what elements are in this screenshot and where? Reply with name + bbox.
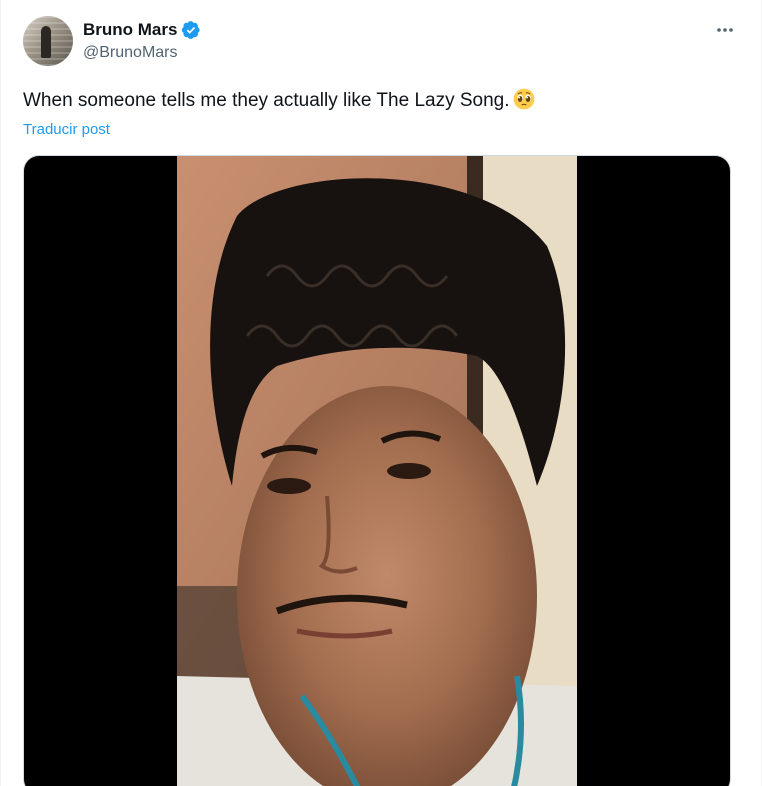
tweet-header: Bruno Mars @BrunoMars: [23, 16, 745, 68]
more-dots-icon: [717, 28, 733, 32]
video-frame[interactable]: [177, 156, 577, 786]
tweet-text: When someone tells me they actually like…: [23, 88, 535, 114]
tweet-text-content: When someone tells me they actually like…: [23, 90, 510, 111]
avatar[interactable]: [23, 16, 73, 66]
avatar-figure: [41, 26, 51, 58]
pleading-face-emoji-icon: [513, 88, 534, 110]
translate-post-link[interactable]: Traducir post: [23, 121, 110, 138]
more-options-button[interactable]: [711, 20, 739, 40]
author-info: Bruno Mars @BrunoMars: [83, 19, 201, 62]
video-still-icon: [177, 156, 577, 786]
video-player[interactable]: [23, 155, 731, 786]
name-row: Bruno Mars: [83, 19, 201, 41]
user-handle[interactable]: @BrunoMars: [83, 44, 201, 62]
verified-badge-icon[interactable]: [181, 20, 201, 40]
tweet-card[interactable]: Bruno Mars @BrunoMars When someone tells…: [0, 0, 762, 786]
display-name[interactable]: Bruno Mars: [83, 20, 177, 40]
